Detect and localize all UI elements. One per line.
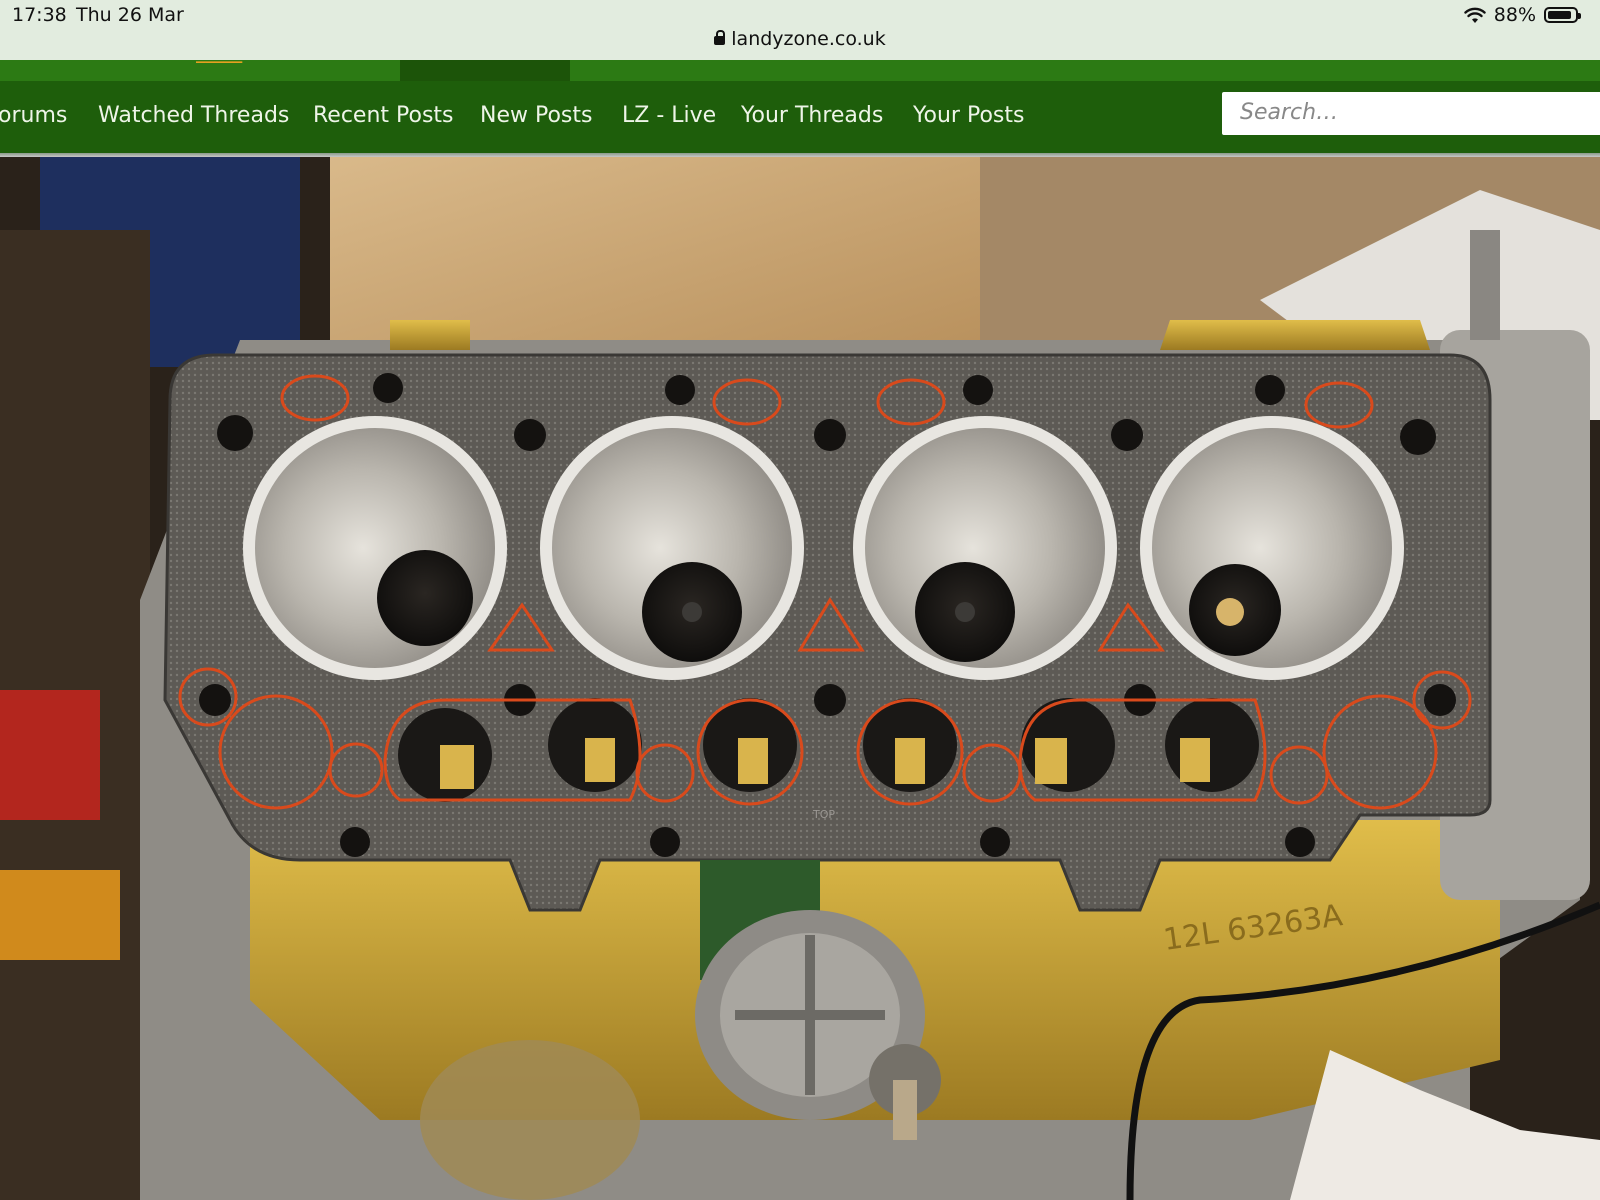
wrapped-component [420,1040,640,1200]
header-tab-highlight [400,60,570,81]
gold-upper-right [1160,320,1430,350]
gold-upper-left [390,320,470,350]
nav-item-watched-threads[interactable]: Watched Threads [98,103,289,128]
lock-icon [714,30,726,45]
address-url[interactable]: landyzone.co.uk [731,28,885,50]
battery-percent: 88% [1493,4,1536,26]
wifi-icon [1464,7,1486,23]
site-header-strip [0,60,1600,81]
status-bar: 17:38 Thu 26 Mar 88% landyzone.co.uk [0,0,1600,60]
status-right-cluster: 88% [1464,4,1581,26]
address-bar[interactable]: landyzone.co.uk [0,28,1600,50]
nav-item-recent-posts[interactable]: Recent Posts [313,103,454,128]
gasket-top-mark: TOP [812,808,835,821]
nav-item-lz-live[interactable]: LZ - Live [622,103,716,128]
status-date: Thu 26 Mar [76,4,184,26]
right-stud [1470,230,1500,340]
status-time: 17:38 [12,4,67,26]
nav-item-your-posts[interactable]: Your Posts [913,103,1024,128]
nav-item-forums[interactable]: orums [0,103,67,128]
site-logo-fragment[interactable]: ▂▂▂▂▂ [196,53,248,63]
battery-icon [1544,7,1581,23]
search-input[interactable]: Search… [1222,92,1600,135]
battery-level-fill [1548,11,1571,19]
engine-gasket-photo: 12L 63263A TOP [0,157,1600,1200]
yellow-wires [0,870,120,960]
red-component [0,690,100,820]
nav-item-new-posts[interactable]: New Posts [480,103,592,128]
post-image: 12L 63263A TOP [0,157,1600,1200]
nav-item-your-threads[interactable]: Your Threads [741,103,883,128]
